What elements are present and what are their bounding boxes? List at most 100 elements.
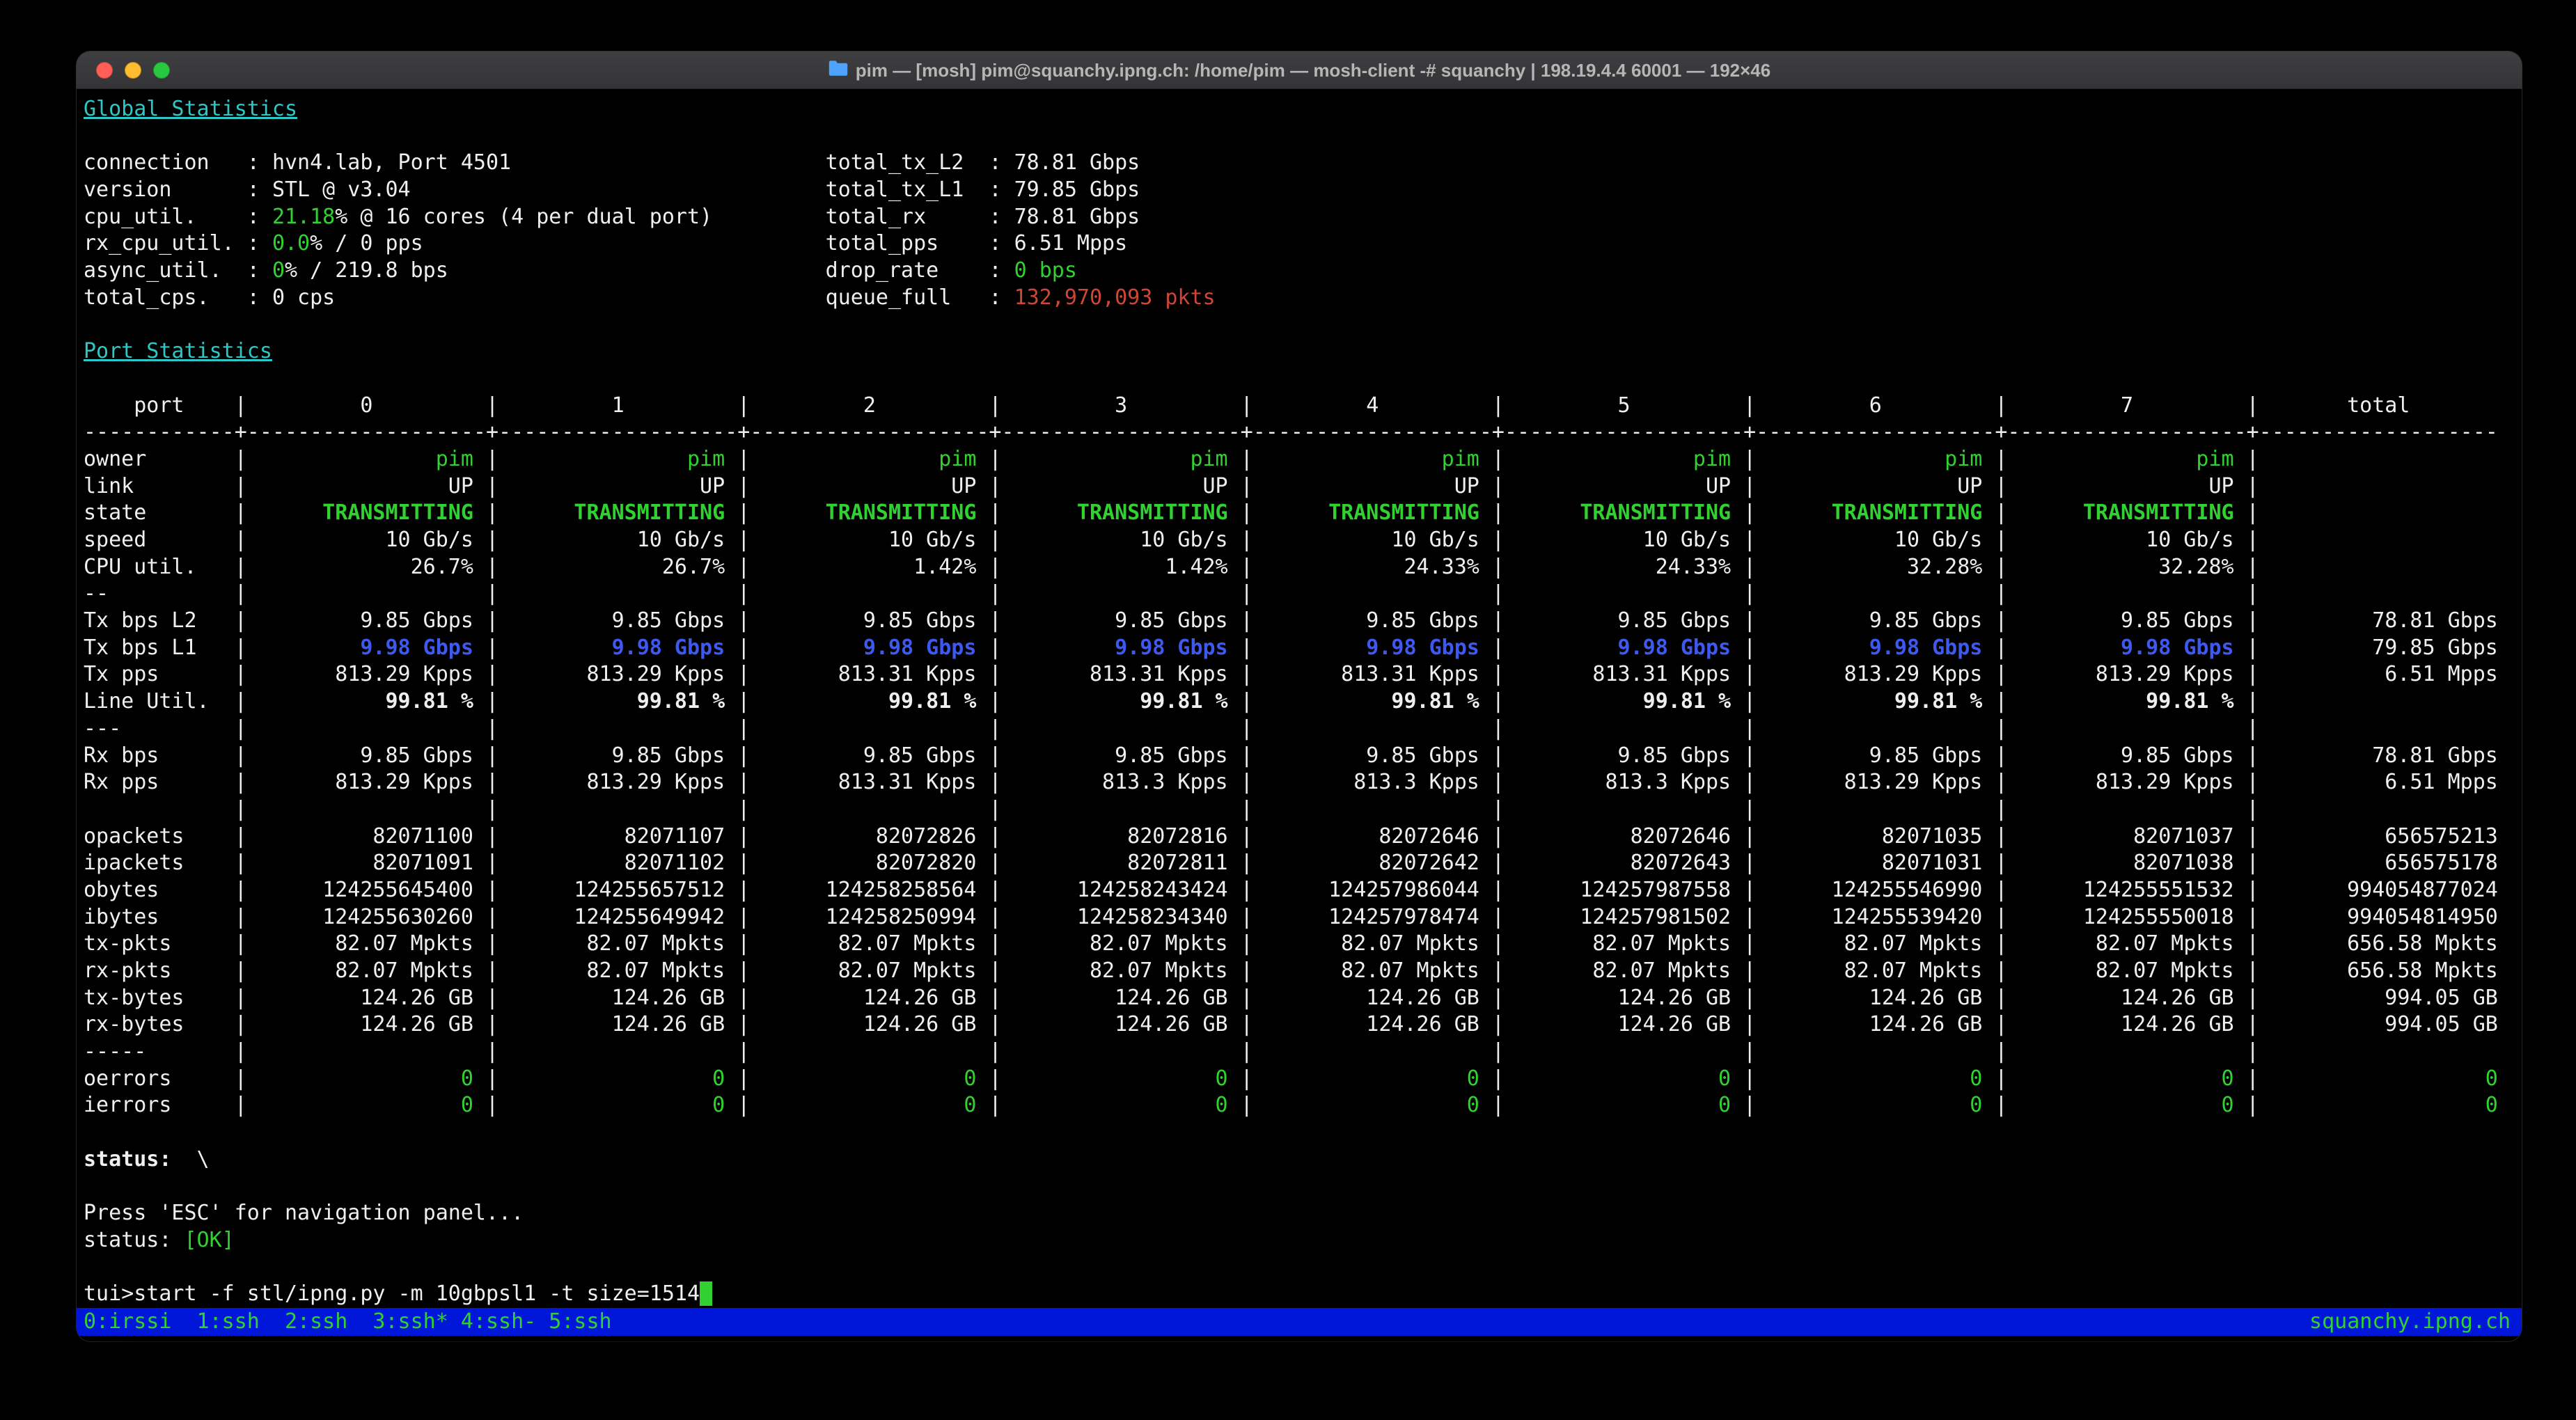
term-segment: | — [1228, 797, 1253, 821]
port-table-row: Tx bps L2 | 9.85 Gbps | 9.85 Gbps | 9.85… — [84, 608, 2522, 635]
port-table-row: CPU util. | 26.7% | 26.7% | 1.42% | 1.42… — [84, 554, 2522, 581]
global-stats-row: version : STL @ v3.04 total_tx_L1 : 79.8… — [84, 177, 2522, 204]
term-segment: 9.98 Gbps — [750, 636, 976, 660]
port-table-row: Rx bps | 9.85 Gbps | 9.85 Gbps | 9.85 Gb… — [84, 743, 2522, 770]
term-segment: 82.07 Mpkts — [2007, 958, 2233, 983]
term-segment: | — [1479, 958, 1505, 983]
term-segment — [247, 797, 473, 821]
term-segment — [2259, 500, 2498, 525]
term-segment: | — [473, 958, 498, 983]
term-segment: 9.85 Gbps — [1002, 608, 1228, 633]
term-segment: 82072820 — [750, 851, 976, 875]
term-segment: ----- | — [84, 1039, 247, 1064]
term-segment: 0 — [272, 258, 285, 283]
term-segment: 0 — [1253, 1066, 1479, 1091]
term-segment — [498, 1039, 725, 1064]
term-segment: | — [1228, 878, 1253, 902]
term-segment: | — [1731, 1066, 1756, 1091]
port-table-row: owner | pim | pim | pim | pim | pim | pi… — [84, 446, 2522, 473]
port-table-row: opackets | 82071100 | 82071107 | 8207282… — [84, 823, 2522, 851]
term-segment: | — [473, 743, 498, 768]
screen-hostname: squanchy.ipng.ch — [2309, 1308, 2511, 1336]
terminal-screen[interactable]: Global Statisticsconnection : hvn4.lab, … — [77, 89, 2522, 1308]
term-segment: 0 — [1756, 1093, 1982, 1117]
term-segment: 813.29 Kpps — [247, 770, 473, 794]
term-segment: | — [725, 824, 750, 849]
term-segment — [1756, 797, 1982, 821]
close-button[interactable] — [96, 62, 113, 79]
zoom-button[interactable] — [153, 62, 170, 79]
term-segment: 124255657512 — [498, 878, 725, 902]
term-segment: | — [976, 958, 1001, 983]
term-segment: | — [473, 851, 498, 875]
term-segment — [1505, 797, 1731, 821]
term-segment: | — [1479, 931, 1505, 956]
term-segment: | — [473, 608, 498, 633]
term-segment: | — [1479, 636, 1505, 660]
port-table-row: link | UP | UP | UP | UP | UP | UP | UP … — [84, 473, 2522, 500]
term-segment: 656575213 — [2259, 824, 2498, 849]
term-segment: | — [2234, 608, 2259, 633]
term-segment — [750, 716, 976, 741]
term-segment: 9.85 Gbps — [498, 608, 725, 633]
term-segment: | — [1731, 528, 1756, 552]
term-segment: | — [976, 528, 1001, 552]
term-segment: ibytes | — [84, 905, 247, 929]
term-segment: | — [473, 878, 498, 902]
term-segment: port | — [84, 393, 247, 418]
term-segment: 9.85 Gbps — [750, 743, 976, 768]
term-segment: | — [1731, 662, 1756, 686]
term-segment: | — [1731, 878, 1756, 902]
term-segment: | — [976, 689, 1001, 713]
term-segment — [247, 581, 473, 606]
term-segment: 9.85 Gbps — [1756, 608, 1982, 633]
term-segment: | — [725, 447, 750, 471]
term-segment: 99.81 % — [247, 689, 473, 713]
term-blank-line — [84, 123, 2522, 150]
term-segment: 656575178 — [2259, 851, 2498, 875]
minimize-button[interactable] — [125, 62, 141, 79]
term-segment: 813.31 Kpps — [750, 662, 976, 686]
term-segment: 813.3 Kpps — [1505, 770, 1731, 794]
term-segment: 994.05 GB — [2259, 1012, 2498, 1036]
term-segment — [335, 285, 825, 310]
port-table-row: ibytes | 124255630260 | 124255649942 | 1… — [84, 904, 2522, 931]
term-segment: 813.29 Kpps — [1756, 662, 1982, 686]
term-segment: TRANSMITTING — [498, 500, 725, 525]
term-segment: 82.07 Mpkts — [498, 958, 725, 983]
term-segment — [498, 797, 725, 821]
term-segment: 9.85 Gbps — [1002, 743, 1228, 768]
term-segment: | — [1982, 555, 2007, 579]
term-segment: 0 bps — [1014, 258, 1077, 283]
term-segment: | — [1982, 716, 2007, 741]
term-segment: async_util. : — [84, 258, 272, 283]
term-segment — [2259, 555, 2498, 579]
term-segment: | — [2234, 797, 2259, 821]
term-segment: | — [1479, 743, 1505, 768]
term-segment: | — [976, 500, 1001, 525]
term-segment: 124255546990 — [1756, 878, 1982, 902]
term-segment: pim — [1756, 447, 1982, 471]
term-segment: 813.29 Kpps — [2007, 662, 2233, 686]
term-segment: 6.51 Mpps — [1014, 231, 1128, 255]
term-segment: | — [473, 528, 498, 552]
term-segment: 124258243424 — [1002, 878, 1228, 902]
term-segment: 79.85 Gbps — [1014, 178, 1140, 202]
term-segment: cpu_util. : — [84, 205, 272, 229]
term-segment: 6.51 Mpps — [2259, 770, 2498, 794]
term-segment: 82.07 Mpkts — [1253, 931, 1479, 956]
term-segment: [OK] — [184, 1228, 235, 1252]
term-segment: 82.07 Mpkts — [750, 931, 976, 956]
term-segment: --- | — [84, 716, 247, 741]
prompt-line[interactable]: tui>start -f stl/ipng.py -m 10gbpsl1 -t … — [84, 1281, 2522, 1308]
term-segment: | — [1228, 528, 1253, 552]
term-segment: | — [725, 528, 750, 552]
term-segment: ierrors | — [84, 1093, 247, 1117]
term-segment: 10 Gb/s — [750, 528, 976, 552]
port-table-row: -- | | | | | | | | | — [84, 581, 2522, 608]
term-segment: 0 — [1002, 1066, 1228, 1091]
term-segment: 124.26 GB — [498, 1012, 725, 1036]
term-segment: | — [725, 581, 750, 606]
port-table-row: oerrors | 0 | 0 | 0 | 0 | 0 | 0 | 0 | 0 … — [84, 1066, 2522, 1093]
port-table-row: obytes | 124255645400 | 124255657512 | 1… — [84, 877, 2522, 904]
